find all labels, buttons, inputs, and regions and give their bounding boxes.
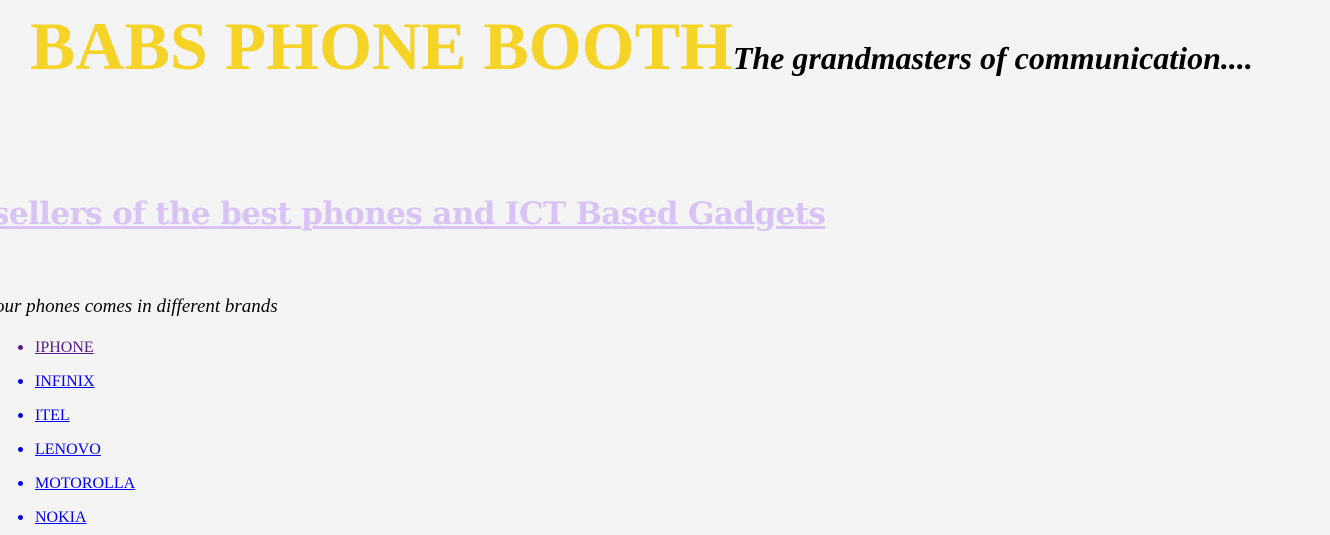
brands-intro-text: our phones comes in different brands <box>0 296 278 317</box>
subheading-link[interactable]: sellers of the best phones and ICT Based… <box>0 196 826 232</box>
bullet-icon <box>18 447 23 452</box>
site-header: BABS PHONE BOOTHThe grandmasters of comm… <box>30 12 1253 80</box>
brand-list-item-motorolla: MOTOROLLA <box>18 472 135 506</box>
site-title: BABS PHONE BOOTH <box>30 8 733 84</box>
bullet-icon <box>18 413 23 418</box>
brand-link-infinix[interactable]: INFINIX <box>35 373 95 390</box>
bullet-icon <box>18 345 23 350</box>
bullet-icon <box>18 481 23 486</box>
brand-link-lenovo[interactable]: LENOVO <box>35 441 101 458</box>
brand-link-itel[interactable]: ITEL <box>35 407 70 424</box>
brand-list-item-infinix: INFINIX <box>18 370 135 404</box>
brand-list-item-iphone: IPHONE <box>18 336 135 370</box>
brand-link-nokia[interactable]: NOKIA <box>35 509 87 526</box>
bullet-icon <box>18 515 23 520</box>
site-tagline: The grandmasters of communication.... <box>732 40 1253 76</box>
brand-list: IPHONE INFINIX ITEL LENOVO MOTOROLLA NOK… <box>0 336 135 535</box>
brand-link-iphone[interactable]: IPHONE <box>35 339 94 356</box>
brand-list-item-nokia: NOKIA <box>18 506 135 535</box>
brand-link-motorolla[interactable]: MOTOROLLA <box>35 475 135 492</box>
bullet-icon <box>18 379 23 384</box>
brand-list-item-lenovo: LENOVO <box>18 438 135 472</box>
brand-list-item-itel: ITEL <box>18 404 135 438</box>
